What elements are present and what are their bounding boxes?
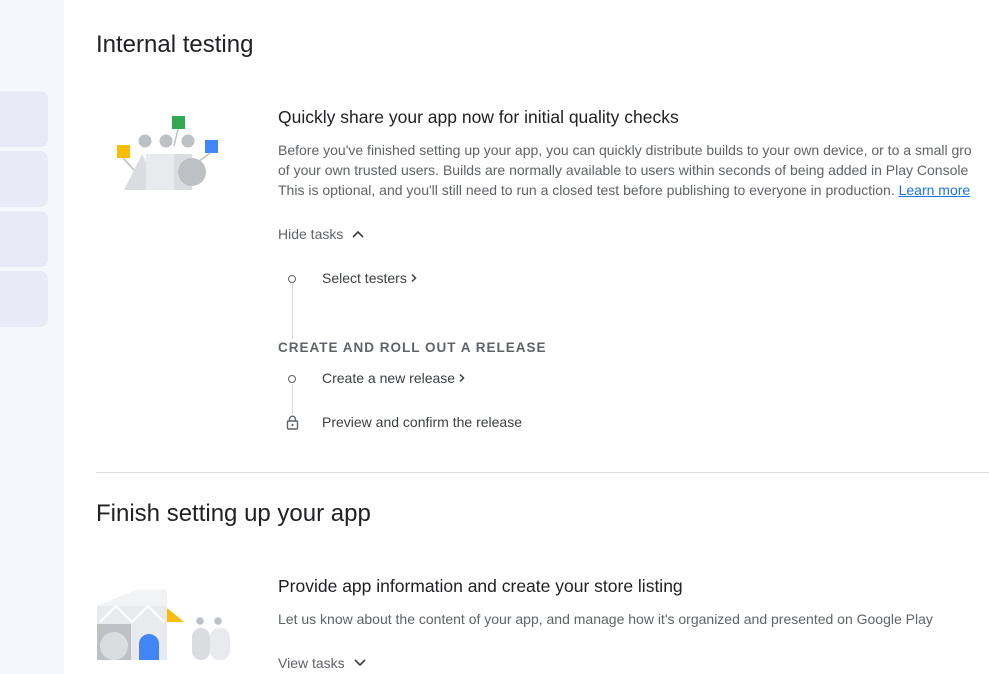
nav-rail-item-3[interactable] <box>0 211 48 267</box>
chevron-up-icon <box>352 230 364 238</box>
share-app-illustration <box>117 116 218 190</box>
view-tasks-button[interactable]: View tasks <box>278 655 367 671</box>
description-line-3: This is optional, and you'll still need … <box>278 182 899 198</box>
step-pending-dot <box>288 275 296 283</box>
internal-testing-card-heading: Quickly share your app now for initial q… <box>278 107 679 127</box>
nav-rail-item-1[interactable] <box>0 91 48 147</box>
lock-icon <box>286 415 299 430</box>
description-line-2: of your own trusted users. Builds are no… <box>278 162 969 178</box>
select-testers-label: Select testers <box>322 270 407 286</box>
finish-setup-title: Finish setting up your app <box>96 500 371 527</box>
create-release-link[interactable]: Create a new release <box>322 370 466 386</box>
chevron-right-icon <box>411 273 417 283</box>
nav-rail-item-2[interactable] <box>0 151 48 207</box>
store-listing-description: Let us know about the content of your ap… <box>278 611 933 627</box>
hide-tasks-button[interactable]: Hide tasks <box>278 226 365 242</box>
preview-release-label: Preview and confirm the release <box>322 414 522 430</box>
chevron-right-icon <box>459 373 465 383</box>
learn-more-link[interactable]: Learn more <box>899 182 971 198</box>
left-navigation-rail <box>0 0 64 674</box>
internal-testing-title: Internal testing <box>96 31 254 58</box>
create-release-label: Create a new release <box>322 370 456 386</box>
chevron-down-icon <box>354 659 366 667</box>
store-listing-illustration <box>97 590 230 660</box>
release-group-heading: CREATE AND ROLL OUT A RELEASE <box>278 340 547 355</box>
step-pending-dot <box>288 375 296 383</box>
preview-release-step: Preview and confirm the release <box>322 414 522 430</box>
timeline-connector <box>292 284 293 339</box>
store-listing-card-heading: Provide app information and create your … <box>278 576 683 596</box>
select-testers-link[interactable]: Select testers <box>322 270 418 286</box>
nav-rail-item-4[interactable] <box>0 271 48 327</box>
timeline-connector <box>292 384 293 414</box>
view-tasks-label: View tasks <box>278 655 345 671</box>
internal-testing-description: Before you've finished setting up your a… <box>278 140 989 200</box>
hide-tasks-label: Hide tasks <box>278 226 344 242</box>
section-divider <box>96 472 989 473</box>
description-line-1: Before you've finished setting up your a… <box>278 142 972 158</box>
